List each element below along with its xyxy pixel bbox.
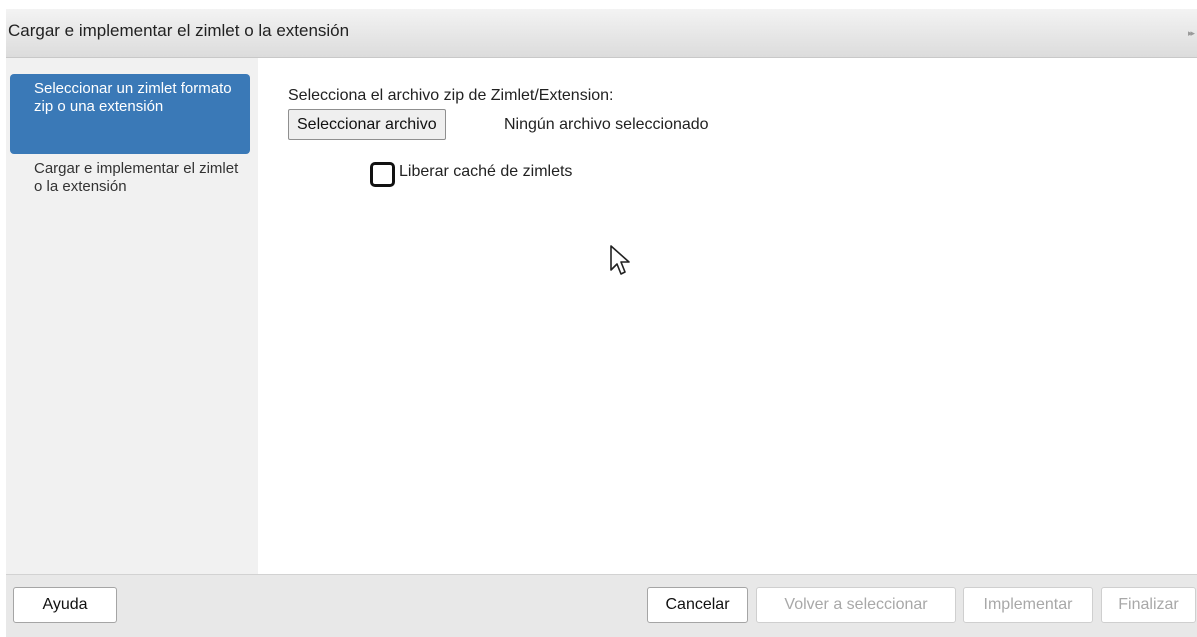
help-button[interactable]: Ayuda	[13, 587, 117, 623]
flush-cache-checkbox[interactable]	[370, 162, 395, 187]
mouse-pointer-icon	[610, 245, 630, 275]
reselect-button[interactable]: Volver a seleccionar	[756, 587, 956, 623]
cancel-button[interactable]: Cancelar	[647, 587, 748, 623]
flush-cache-label[interactable]: Liberar caché de zimlets	[399, 163, 572, 181]
zip-file-label: Selecciona el archivo zip de Zimlet/Exte…	[288, 87, 614, 104]
dialog-footer: Ayuda Cancelar Volver a seleccionar Impl…	[6, 574, 1197, 637]
wizard-step-select-zimlet[interactable]: Seleccionar un zimlet formato zip o una …	[10, 74, 250, 154]
wizard-step-label: Cargar e implementar el zimlet o la exte…	[34, 160, 239, 195]
deploy-button[interactable]: Implementar	[963, 587, 1093, 623]
dialog-title: Cargar e implementar el zimlet o la exte…	[8, 21, 350, 40]
double-chevron-right-icon[interactable]: ▸▸	[1188, 28, 1195, 39]
wizard-content: Selecciona el archivo zip de Zimlet/Exte…	[258, 58, 1197, 574]
wizard-step-upload-deploy[interactable]: Cargar e implementar el zimlet o la exte…	[10, 154, 250, 200]
choose-file-button[interactable]: Seleccionar archivo	[288, 109, 446, 140]
dialog-titlebar: Cargar e implementar el zimlet o la exte…	[6, 9, 1197, 58]
upload-zimlet-dialog: Cargar e implementar el zimlet o la exte…	[6, 9, 1197, 637]
wizard-steps-sidebar: Seleccionar un zimlet formato zip o una …	[6, 58, 258, 574]
finish-button[interactable]: Finalizar	[1101, 587, 1196, 623]
wizard-step-label: Seleccionar un zimlet formato zip o una …	[34, 80, 232, 115]
file-status-text: Ningún archivo seleccionado	[504, 116, 709, 133]
